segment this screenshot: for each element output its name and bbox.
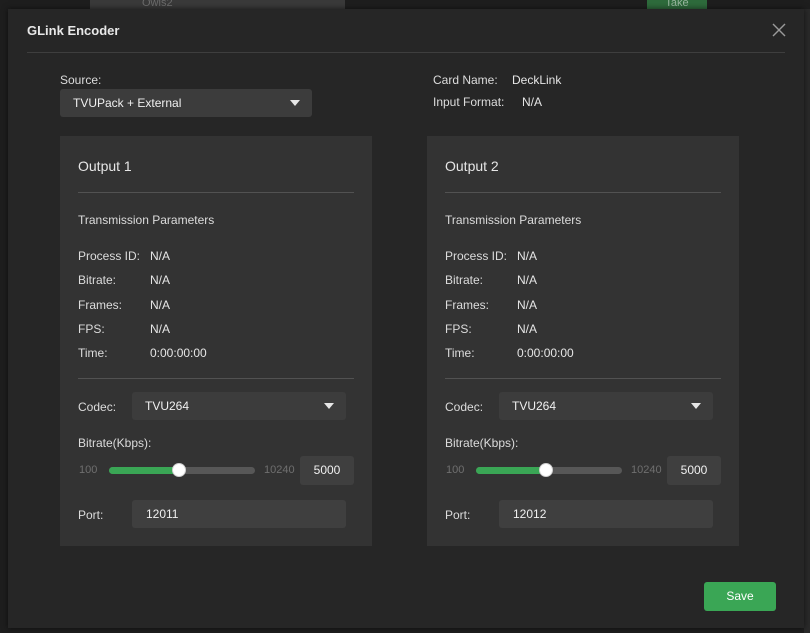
- dialog-title: GLink Encoder: [27, 23, 120, 38]
- frames-value: N/A: [150, 298, 171, 312]
- codec-select[interactable]: TVU264: [132, 392, 346, 420]
- fps-label: FPS:: [78, 322, 105, 336]
- bitrate-slider-handle[interactable]: [172, 463, 186, 477]
- bitrate-kbps-label: Bitrate(Kbps):: [445, 436, 519, 450]
- output-panel-1: Output 1 Transmission Parameters Process…: [60, 136, 372, 546]
- time-value: 0:00:00:00: [150, 346, 207, 360]
- port-input[interactable]: 12012: [499, 500, 713, 528]
- process-id-value: N/A: [517, 249, 538, 263]
- chevron-down-icon: [324, 403, 334, 409]
- panel-divider: [445, 378, 721, 379]
- close-icon: [772, 23, 786, 37]
- panel-divider: [78, 378, 354, 379]
- codec-select-value: TVU264: [512, 399, 557, 413]
- glink-encoder-dialog: GLink Encoder Source: TVUPack + External…: [8, 9, 804, 628]
- background-scrollbar: [804, 9, 810, 633]
- source-label: Source:: [60, 73, 102, 87]
- chevron-down-icon: [290, 100, 300, 106]
- time-value: 0:00:00:00: [517, 346, 574, 360]
- save-button[interactable]: Save: [704, 582, 776, 611]
- frames-value: N/A: [517, 298, 538, 312]
- close-button[interactable]: [770, 21, 788, 39]
- bitrate-stat-value: N/A: [150, 273, 171, 287]
- codec-select-value: TVU264: [145, 399, 190, 413]
- process-id-label: Process ID:: [78, 249, 141, 263]
- fps-value: N/A: [517, 322, 538, 336]
- bitrate-slider-fill: [109, 467, 179, 474]
- output-panel-2: Output 2 Transmission Parameters Process…: [427, 136, 739, 546]
- frames-label: Frames:: [445, 298, 490, 312]
- time-label: Time:: [78, 346, 108, 360]
- time-label: Time:: [445, 346, 475, 360]
- bitrate-value-input[interactable]: 5000: [667, 456, 721, 485]
- transmission-parameters-heading: Transmission Parameters: [445, 213, 582, 227]
- output-title: Output 2: [445, 158, 499, 174]
- input-format-value: N/A: [522, 95, 543, 109]
- bitrate-slider-fill: [476, 467, 546, 474]
- codec-label: Codec:: [445, 400, 484, 414]
- process-id-value: N/A: [150, 249, 171, 263]
- input-format-label: Input Format:: [433, 95, 505, 109]
- panel-divider: [445, 192, 721, 193]
- bitrate-kbps-label: Bitrate(Kbps):: [78, 436, 152, 450]
- transmission-parameters-heading: Transmission Parameters: [78, 213, 215, 227]
- bitrate-stat-label: Bitrate:: [445, 273, 484, 287]
- output-title: Output 1: [78, 158, 132, 174]
- bitrate-min-label: 100: [446, 464, 465, 476]
- bitrate-max-label: 10240: [631, 464, 662, 476]
- port-label: Port:: [445, 508, 471, 522]
- fps-value: N/A: [150, 322, 171, 336]
- bitrate-value-input[interactable]: 5000: [300, 456, 354, 485]
- background-row: Owls2: [90, 0, 345, 9]
- port-label: Port:: [78, 508, 104, 522]
- frames-label: Frames:: [78, 298, 123, 312]
- bitrate-slider-handle[interactable]: [539, 463, 553, 477]
- background-take-button: Take: [647, 0, 707, 9]
- bitrate-slider[interactable]: [109, 463, 255, 477]
- source-select[interactable]: TVUPack + External: [60, 89, 312, 117]
- bitrate-min-label: 100: [79, 464, 98, 476]
- bitrate-slider[interactable]: [476, 463, 622, 477]
- panel-divider: [78, 192, 354, 193]
- bitrate-stat-value: N/A: [517, 273, 538, 287]
- card-name-label: Card Name:: [433, 73, 498, 87]
- bitrate-stat-label: Bitrate:: [78, 273, 117, 287]
- codec-label: Codec:: [78, 400, 117, 414]
- codec-select[interactable]: TVU264: [499, 392, 713, 420]
- port-input[interactable]: 12011: [132, 500, 346, 528]
- bitrate-max-label: 10240: [264, 464, 295, 476]
- source-select-value: TVUPack + External: [73, 96, 182, 110]
- chevron-down-icon: [691, 403, 701, 409]
- fps-label: FPS:: [445, 322, 472, 336]
- card-name-value: DeckLink: [512, 73, 562, 87]
- process-id-label: Process ID:: [445, 249, 508, 263]
- header-divider: [27, 52, 785, 53]
